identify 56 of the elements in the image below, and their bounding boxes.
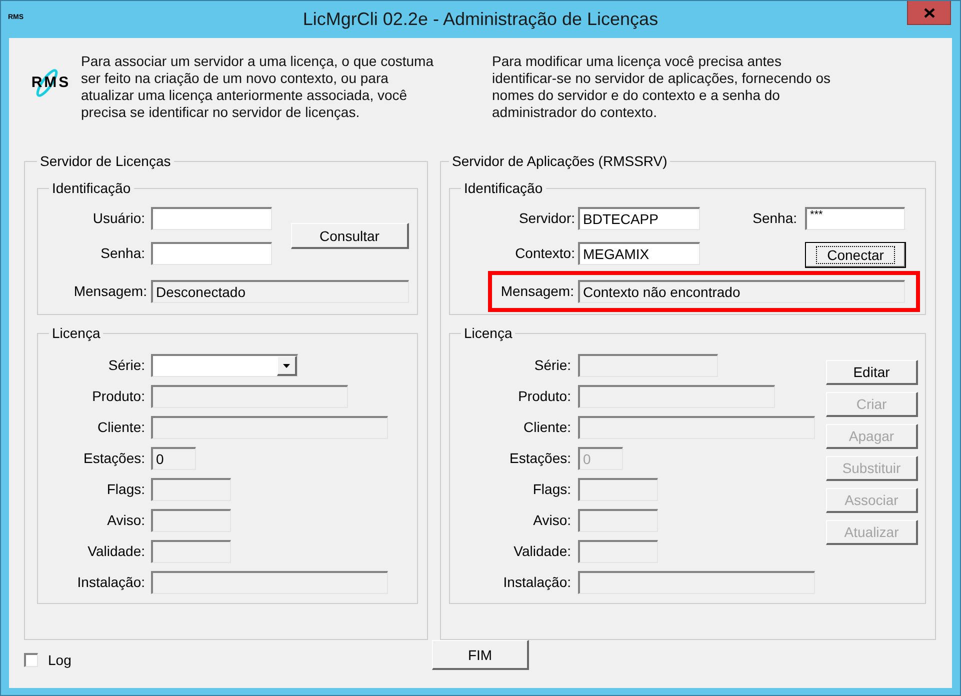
checkbox-label: Log xyxy=(48,652,72,668)
field-label: Produto: xyxy=(517,387,572,406)
dropdown-button[interactable] xyxy=(277,356,297,376)
field-label: Flags: xyxy=(532,480,572,499)
field-label: Senha: xyxy=(752,209,798,228)
client-field[interactable] xyxy=(151,416,388,439)
close-icon xyxy=(924,8,934,18)
field-label: Contexto: xyxy=(514,244,576,263)
field-label: Instalação: xyxy=(76,573,146,592)
instruction-text: Para modificar uma licença você precisa antes identificar-se no servidor de aplicações, fornecendo os nomes do servidor e do contexto e a senha do administrador do contexto. xyxy=(492,53,831,121)
installation-field[interactable] xyxy=(151,571,388,594)
message-field: Contexto não encontrado xyxy=(578,280,905,303)
field-label: Validade: xyxy=(512,542,572,561)
group-title: Identificação xyxy=(463,180,544,197)
field-label: Aviso: xyxy=(106,511,146,530)
context-field[interactable]: MEGAMIX xyxy=(578,242,700,265)
group-title: Servidor de Licenças xyxy=(39,153,172,170)
field-label: Mensagem: xyxy=(72,282,148,301)
instruction-text: Para associar um servidor a uma licença, o que costuma ser feito na criação de um novo contexto, ou para atualizar uma licença anteriormente associada, você precisa se identificar no servidor de licenças. xyxy=(81,53,434,121)
connect-button[interactable]: Conectar xyxy=(805,242,906,268)
field-label: Flags: xyxy=(106,480,146,499)
message-field: Desconectado xyxy=(151,280,409,303)
field-label: Série: xyxy=(533,356,572,375)
field-label: Servidor: xyxy=(518,209,576,228)
group-title: Licença xyxy=(51,325,102,342)
exit-button[interactable]: FIM xyxy=(432,640,529,670)
query-button[interactable]: Consultar xyxy=(291,223,409,249)
close-button[interactable] xyxy=(907,1,951,25)
user-field[interactable] xyxy=(151,207,272,230)
product-field[interactable] xyxy=(151,385,348,408)
field-label: Aviso: xyxy=(532,511,572,530)
server-field[interactable]: BDTECAPP xyxy=(578,207,700,230)
log-checkbox[interactable] xyxy=(24,653,38,667)
field-label: Produto: xyxy=(91,387,146,406)
field-label: Estações: xyxy=(82,449,146,468)
caret-icon xyxy=(283,364,290,368)
password-field[interactable] xyxy=(151,242,272,265)
series-dropdown[interactable] xyxy=(151,354,298,377)
window-title: LicMgrCli 02.2e - Administração de Licenças xyxy=(302,8,658,30)
group-title: Identificação xyxy=(51,180,132,197)
field-label: Instalação: xyxy=(502,573,572,592)
password-field[interactable]: *** xyxy=(805,207,905,230)
stations-field[interactable]: 0 xyxy=(151,447,196,470)
group-title: Servidor de Aplicações (RMSSRV) xyxy=(451,153,668,170)
group-title: Licença xyxy=(463,325,514,342)
field-label: Usuário: xyxy=(92,209,146,228)
field-label: Estações: xyxy=(508,449,572,468)
validity-field[interactable] xyxy=(151,540,231,563)
field-label: Série: xyxy=(107,356,146,375)
flags-field[interactable] xyxy=(151,478,231,501)
warning-field[interactable] xyxy=(151,509,231,532)
field-label: Senha: xyxy=(100,244,146,263)
field-label: Cliente: xyxy=(522,418,572,437)
field-label: Validade: xyxy=(86,542,146,561)
field-label: Mensagem: xyxy=(500,282,575,301)
field-label: Cliente: xyxy=(96,418,146,437)
